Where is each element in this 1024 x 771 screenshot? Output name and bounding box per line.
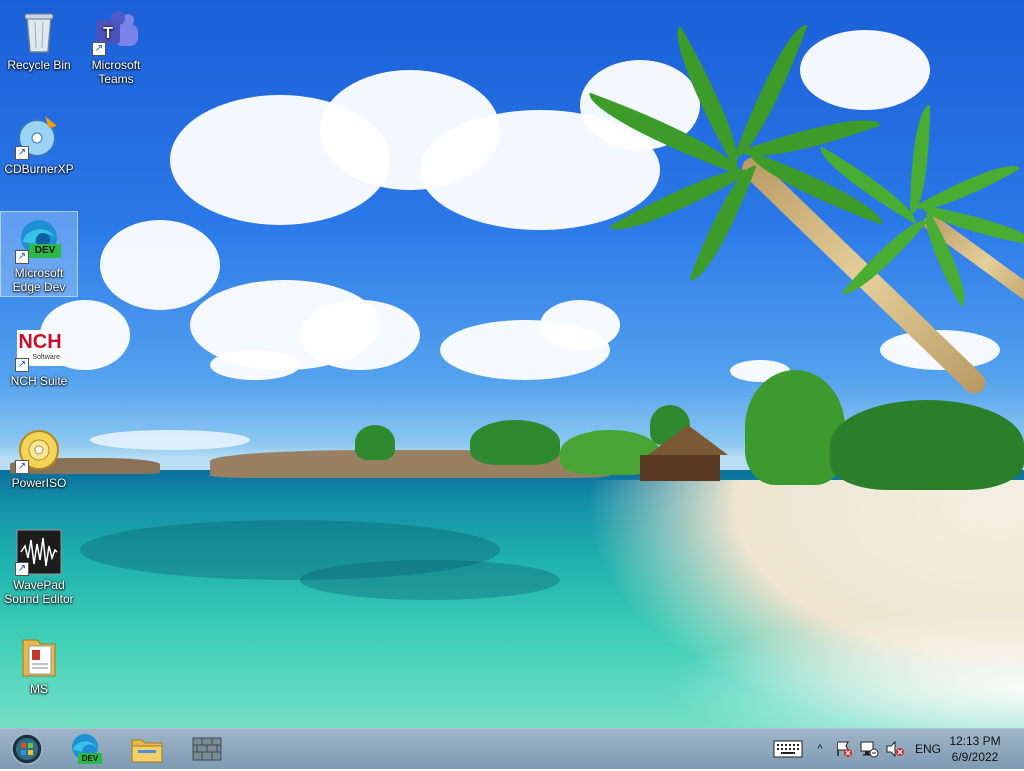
- taskbar: DEV ^ ENG 12:13 PM 6/9/2022: [0, 728, 1024, 769]
- file-explorer-taskbar-button[interactable]: [120, 732, 174, 766]
- desktop-icon-label: CDBurnerXP: [4, 162, 74, 176]
- desktop-icon-microsoft-edge-dev[interactable]: DEV ↗ Microsoft Edge Dev: [0, 211, 78, 297]
- desktop-icon-cdburnerxp[interactable]: ↗ CDBurnerXP: [1, 108, 77, 176]
- clock-time: 12:13 PM: [949, 734, 1001, 748]
- dev-badge: DEV: [78, 753, 102, 764]
- desktop-icon-ms-folder[interactable]: MS: [1, 628, 77, 696]
- clock[interactable]: 12:13 PM 6/9/2022: [940, 733, 1010, 765]
- desktop-icon-label: NCH Suite: [10, 374, 68, 388]
- desktop-icon-label: Microsoft Teams: [91, 58, 141, 86]
- svg-text:T: T: [103, 25, 113, 42]
- brick-wall-icon: [192, 737, 222, 761]
- shortcut-arrow-icon: ↗: [15, 562, 29, 576]
- shortcut-arrow-icon: ↗: [92, 42, 106, 56]
- desktop-icon-wavepad[interactable]: ↗ WavePad Sound Editor: [1, 524, 77, 606]
- edge-dev-taskbar-button[interactable]: DEV: [58, 732, 112, 766]
- nch-suite-icon: NCH Software ↗: [15, 324, 63, 372]
- desktop-icon-nch-suite[interactable]: NCH Software ↗ NCH Suite: [1, 320, 77, 388]
- recycle-bin-icon: [15, 8, 63, 56]
- folder-icon: [15, 632, 63, 680]
- app-taskbar-button[interactable]: [180, 732, 234, 766]
- desktop-icon-label: WavePad Sound Editor: [4, 578, 74, 606]
- edge-dev-icon: DEV: [68, 732, 102, 766]
- network-icon[interactable]: [858, 739, 880, 759]
- start-button[interactable]: [0, 732, 54, 766]
- clock-date: 6/9/2022: [951, 750, 999, 764]
- nch-logo-text: NCH: [18, 331, 62, 353]
- show-hidden-icons-button[interactable]: ^: [812, 739, 828, 759]
- shortcut-arrow-icon: ↗: [15, 146, 29, 160]
- touch-keyboard-button[interactable]: [772, 739, 804, 759]
- volume-muted-icon[interactable]: [884, 739, 906, 759]
- edge-dev-icon: DEV ↗: [15, 216, 63, 264]
- shortcut-arrow-icon: ↗: [15, 358, 29, 372]
- desktop-icon-poweriso[interactable]: ↗ PowerISO: [1, 422, 77, 490]
- shortcut-arrow-icon: ↗: [15, 250, 29, 264]
- desktop-icon-label: Recycle Bin: [7, 58, 71, 72]
- desktop-icon-label: MS: [30, 682, 48, 696]
- file-explorer-icon: [131, 739, 163, 763]
- desktop-icon-microsoft-teams[interactable]: T ↗ Microsoft Teams: [78, 4, 154, 86]
- windows-orb-icon: [11, 733, 43, 765]
- cdburnerxp-icon: ↗: [15, 112, 63, 160]
- desktop-icon-label: PowerISO: [11, 476, 67, 490]
- touch-keyboard-icon: [773, 740, 803, 758]
- shortcut-arrow-icon: ↗: [15, 460, 29, 474]
- desktop-icon-label: Microsoft Edge Dev: [12, 266, 66, 294]
- wavepad-icon: ↗: [15, 528, 63, 576]
- desktop[interactable]: Recycle Bin T ↗ Microsoft Teams ↗ CDBurn…: [0, 0, 1024, 728]
- dev-badge: DEV: [29, 244, 61, 258]
- action-center-icon[interactable]: [834, 739, 854, 759]
- desktop-icon-recycle-bin[interactable]: Recycle Bin: [1, 4, 77, 72]
- poweriso-icon: ↗: [15, 426, 63, 474]
- teams-icon: T ↗: [92, 8, 140, 56]
